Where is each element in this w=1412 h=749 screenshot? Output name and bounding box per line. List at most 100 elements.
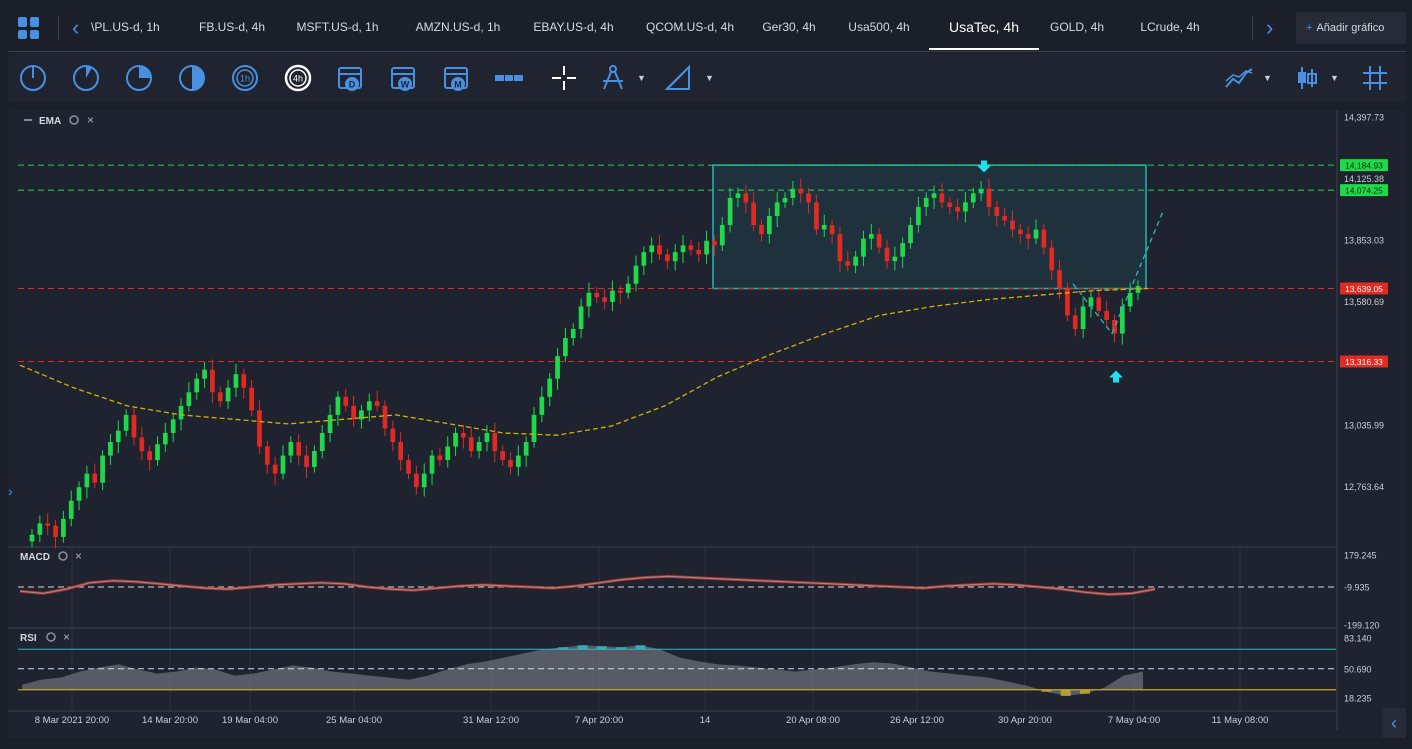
apps-grid-icon[interactable]	[18, 17, 40, 39]
tab-ebay[interactable]: EBAY.US-d, 4h	[516, 8, 631, 50]
calendar-day-icon[interactable]: D	[336, 63, 366, 93]
tab-lcrude[interactable]: LCrude, 4h	[1115, 8, 1225, 50]
grid-icon[interactable]	[1360, 63, 1390, 93]
close-icon: ×	[75, 549, 82, 563]
chevron-right-icon[interactable]: ›	[8, 483, 13, 499]
timeframe-15m-icon[interactable]	[124, 63, 154, 93]
candle-body	[712, 240, 717, 246]
calendar-week-icon[interactable]: W	[389, 63, 419, 93]
rsi-area	[22, 645, 1143, 696]
time-axis-label: 7 May 04:00	[1108, 715, 1160, 726]
time-axis-label: 8 Mar 2021 20:00	[35, 715, 109, 726]
calendar-month-label: M	[454, 80, 462, 90]
tab-ger30[interactable]: Ger30, 4h	[749, 8, 829, 50]
candle-body	[617, 290, 623, 293]
settings-icon	[58, 551, 68, 561]
chevron-down-icon[interactable]: ▼	[1330, 73, 1340, 83]
timeframe-4h-icon[interactable]: 4h	[283, 63, 313, 93]
time-axis-label: 20 Apr 08:00	[786, 715, 840, 726]
candle-body	[727, 197, 733, 226]
compass-drawing-icon[interactable]	[598, 63, 628, 93]
timeframe-1h-icon[interactable]: 1h	[230, 63, 260, 93]
calendar-month-icon[interactable]: M	[442, 63, 472, 93]
chevron-down-icon[interactable]: ▼	[1263, 73, 1273, 83]
candle-body	[743, 193, 749, 203]
chevron-down-icon[interactable]: ▼	[637, 73, 647, 83]
macd-label: MACD	[20, 552, 50, 563]
symbol-tabs: \PL.US-d, 1h FB.US-d, 4h MSFT.US-d, 1h A…	[91, 8, 1251, 50]
candle-body	[806, 193, 811, 203]
chevron-right-icon[interactable]: ›	[1266, 17, 1273, 39]
candle-type-icon[interactable]	[1292, 63, 1322, 93]
candle-body	[610, 290, 615, 302]
macd-axis-label: -199.120	[1344, 621, 1380, 631]
candle-body	[829, 225, 835, 235]
close-icon: ×	[87, 113, 94, 127]
candle-body	[280, 455, 286, 474]
chevron-left-icon[interactable]: ‹	[1382, 708, 1406, 738]
time-axis-label: 14	[700, 715, 711, 726]
ema-label: EMA	[39, 116, 61, 127]
candle-body	[1017, 229, 1023, 235]
candle-body	[492, 432, 498, 452]
chart-panel[interactable]: EMA × 14,184.93 14,074.25 13,639.05 13,316.33…	[8, 110, 1406, 738]
tab-fb[interactable]: FB.US-d, 4h	[189, 8, 275, 50]
candle-body	[704, 240, 709, 255]
candle-body	[837, 234, 843, 262]
candle-body	[633, 265, 639, 284]
symbol-tab-bar: ‹ \PL.US-d, 1h FB.US-d, 4h MSFT.US-d, 1h…	[8, 8, 1406, 50]
timeframe-1m-icon[interactable]	[18, 63, 48, 93]
tab-msft[interactable]: MSFT.US-d, 1h	[275, 8, 400, 50]
candle-body	[29, 534, 35, 542]
chevron-down-icon[interactable]: ▼	[705, 73, 715, 83]
price-level-tag: 14,184.93	[1340, 159, 1388, 172]
tab-qcom[interactable]: QCOM.US-d, 4h	[631, 8, 749, 50]
candle-body	[1002, 215, 1008, 221]
candle-body	[939, 193, 945, 203]
candle-body	[947, 202, 953, 207]
candle-body	[892, 256, 898, 262]
ruler-drawing-icon[interactable]	[663, 63, 693, 93]
candle-body	[994, 206, 1000, 216]
candle-body	[162, 432, 168, 445]
candle-body	[115, 430, 121, 443]
indicators-icon[interactable]	[1224, 63, 1254, 93]
tab-amzn[interactable]: AMZN.US-d, 1h	[400, 8, 516, 50]
candle-body	[1033, 229, 1039, 239]
candle-body	[1057, 270, 1062, 289]
arrow-up-icon	[1109, 370, 1123, 383]
time-axis-label: 30 Apr 20:00	[998, 715, 1052, 726]
price-level-tag: 13,639.05	[1340, 282, 1388, 295]
rsi-axis-label: 50.690	[1344, 664, 1372, 674]
candle-body	[484, 432, 490, 443]
chevron-left-icon[interactable]: ‹	[72, 17, 79, 39]
tab-aapl[interactable]: \PL.US-d, 1h	[91, 8, 189, 50]
candle-body	[735, 193, 741, 198]
candle-body	[382, 405, 388, 429]
crosshair-icon[interactable]	[549, 63, 579, 93]
candle-body	[108, 442, 113, 456]
candle-body	[217, 392, 223, 402]
candle-body	[696, 249, 702, 255]
price-chart[interactable]: EMA × 14,184.93 14,074.25 13,639.05 13,316.33…	[8, 110, 1406, 738]
candle-body	[586, 292, 592, 307]
candle-body	[500, 451, 505, 461]
candle-body	[304, 455, 309, 467]
candle-body	[264, 446, 270, 465]
candle-body	[798, 188, 804, 194]
tab-usatec[interactable]: UsaTec, 4h	[929, 8, 1039, 50]
tab-usa500[interactable]: Usa500, 4h	[829, 8, 929, 50]
candle-body	[680, 245, 686, 253]
time-axis-label: 19 Mar 04:00	[222, 715, 278, 726]
rsi-oversold-area	[1041, 689, 1091, 696]
range-icon[interactable]	[494, 63, 524, 93]
candle-body	[1104, 310, 1109, 320]
candle-body	[461, 432, 466, 438]
candle-body	[963, 202, 968, 212]
tab-gold[interactable]: GOLD, 4h	[1039, 8, 1115, 50]
candle-body	[1088, 297, 1094, 307]
add-chart-button[interactable]: + Añadir gráfico	[1296, 12, 1406, 44]
timeframe-5m-icon[interactable]	[71, 63, 101, 93]
timeframe-30m-icon[interactable]	[177, 63, 207, 93]
candle-body	[523, 442, 529, 456]
